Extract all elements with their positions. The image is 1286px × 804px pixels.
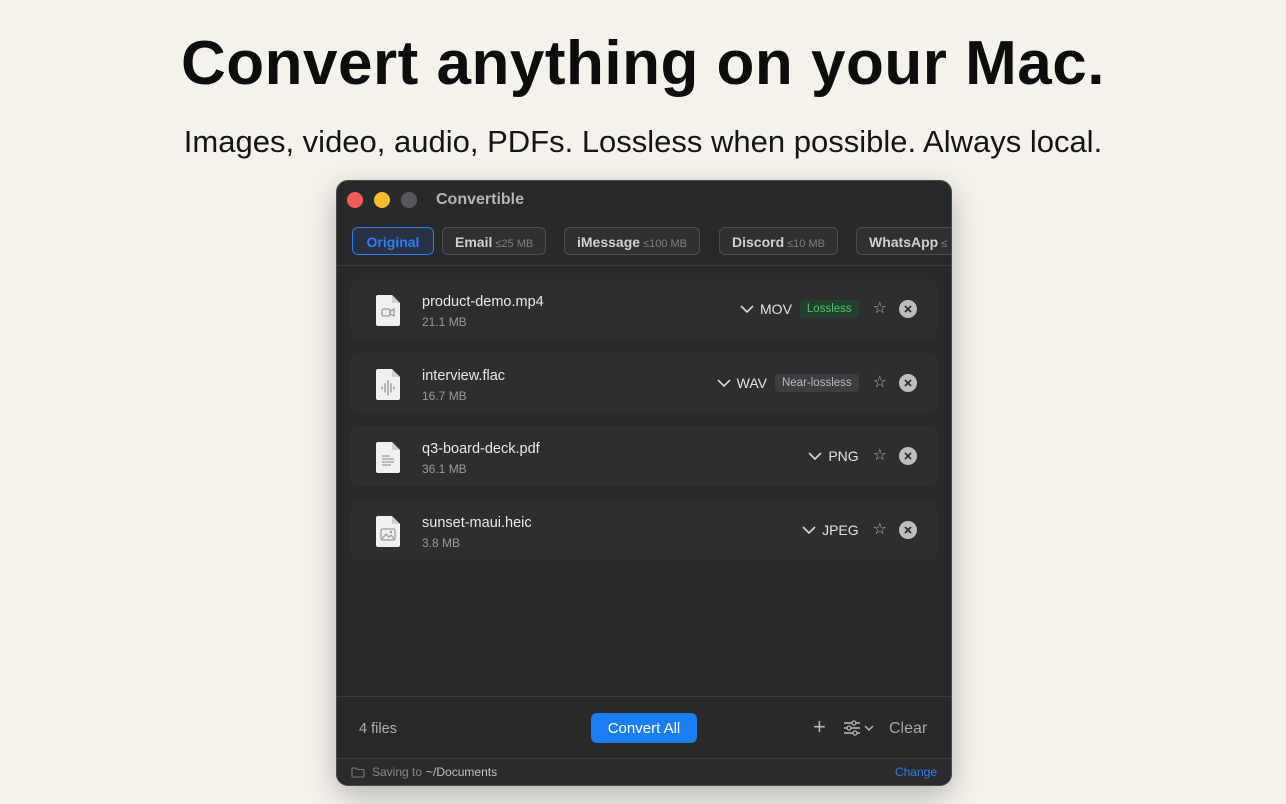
- tab-email[interactable]: Email ≤25 MB: [442, 227, 547, 255]
- remove-file-button[interactable]: [899, 300, 917, 318]
- preset-tabs: Original Email ≤25 MB iMessage ≤100 MB Dis…: [352, 227, 951, 259]
- format-dropdown[interactable]: WAV: [717, 375, 767, 391]
- star-icon[interactable]: ☆: [873, 522, 887, 538]
- file-row[interactable]: sunset-maui.heic 3.8 MB JPEG ☆: [351, 500, 937, 560]
- chevron-down-icon: [808, 452, 822, 461]
- remove-file-button[interactable]: [899, 374, 917, 392]
- format-dropdown[interactable]: JPEG: [802, 522, 859, 538]
- chevron-down-icon: [717, 379, 731, 388]
- add-file-button[interactable]: +: [813, 716, 826, 738]
- video-file-icon: [376, 295, 400, 326]
- close-icon: [904, 452, 912, 460]
- format-label: PNG: [828, 448, 859, 464]
- document-file-icon: [376, 442, 400, 473]
- convert-all-button[interactable]: Convert All: [591, 713, 697, 743]
- star-icon[interactable]: ☆: [873, 448, 887, 464]
- change-location-button[interactable]: Change: [895, 765, 937, 779]
- file-size: 3.8 MB: [422, 536, 461, 550]
- file-name: product-demo.mp4: [422, 294, 544, 310]
- tab-size-limit: ≤10 MB: [787, 238, 825, 250]
- app-window: Convertible Original Email ≤25 MB iMessag…: [336, 180, 952, 786]
- file-size: 36.1 MB: [422, 462, 467, 476]
- file-count: 4 files: [359, 721, 397, 737]
- file-name: q3-board-deck.pdf: [422, 441, 540, 457]
- tab-label: Email: [455, 234, 493, 250]
- tab-label: Original: [366, 234, 420, 250]
- image-file-icon: [376, 516, 400, 547]
- close-window-button[interactable]: [347, 192, 363, 208]
- headline: Convert anything on your Mac.: [181, 29, 1105, 98]
- zoom-window-button[interactable]: [401, 192, 417, 208]
- format-dropdown[interactable]: PNG: [808, 448, 859, 464]
- titlebar: Convertible: [337, 181, 951, 221]
- star-icon[interactable]: ☆: [873, 375, 887, 391]
- save-path: ~/Documents: [426, 765, 498, 779]
- file-name: sunset-maui.heic: [422, 515, 532, 531]
- close-icon: [904, 526, 912, 534]
- remove-file-button[interactable]: [899, 447, 917, 465]
- tab-label: Discord: [732, 234, 785, 250]
- saving-label: Saving to: [372, 765, 423, 779]
- file-size: 16.7 MB: [422, 389, 467, 403]
- folder-icon: [351, 767, 365, 778]
- remove-file-button[interactable]: [899, 521, 917, 539]
- chevron-down-icon: [802, 526, 816, 535]
- format-label: MOV: [760, 301, 792, 317]
- close-icon: [904, 305, 912, 313]
- minimize-window-button[interactable]: [374, 192, 390, 208]
- file-size: 21.1 MB: [422, 315, 467, 329]
- tab-discord[interactable]: Discord ≤10 MB: [719, 227, 838, 255]
- window-title: Convertible: [436, 191, 525, 208]
- tab-label: WhatsApp: [869, 234, 939, 250]
- tab-size-limit: ≤: [941, 238, 948, 250]
- star-icon[interactable]: ☆: [873, 301, 887, 317]
- tab-size-limit: ≤25 MB: [495, 238, 534, 250]
- status-bar: Saving to ~/Documents Change: [337, 759, 951, 785]
- file-row[interactable]: interview.flac 16.7 MB WAV Near-lossless…: [351, 353, 937, 413]
- file-row[interactable]: product-demo.mp4 21.1 MB MOV Lossless ☆: [351, 279, 937, 339]
- tab-size-limit: ≤100 MB: [643, 238, 687, 250]
- quality-badge: Lossless: [799, 300, 859, 318]
- save-location: Saving to ~/Documents: [372, 765, 497, 779]
- quality-badge: Near-lossless: [774, 374, 859, 392]
- tab-original[interactable]: Original: [352, 227, 434, 255]
- file-row[interactable]: q3-board-deck.pdf 36.1 MB PNG ☆: [351, 426, 937, 486]
- tab-whatsapp[interactable]: WhatsApp ≤: [856, 227, 951, 255]
- tab-label: iMessage: [577, 234, 641, 250]
- divider: [337, 265, 951, 266]
- divider: [337, 696, 951, 697]
- format-label: JPEG: [822, 522, 859, 538]
- close-icon: [904, 379, 912, 387]
- format-label: WAV: [736, 375, 767, 391]
- settings-sliders-icon[interactable]: [843, 719, 879, 737]
- tab-imessage[interactable]: iMessage ≤100 MB: [564, 227, 700, 255]
- chevron-down-icon: [740, 305, 754, 314]
- audio-file-icon: [376, 369, 400, 400]
- format-dropdown[interactable]: MOV: [740, 301, 792, 317]
- file-name: interview.flac: [422, 368, 506, 384]
- clear-button[interactable]: Clear: [889, 720, 927, 738]
- subheadline: Images, video, audio, PDFs. Lossless whe…: [183, 124, 1103, 159]
